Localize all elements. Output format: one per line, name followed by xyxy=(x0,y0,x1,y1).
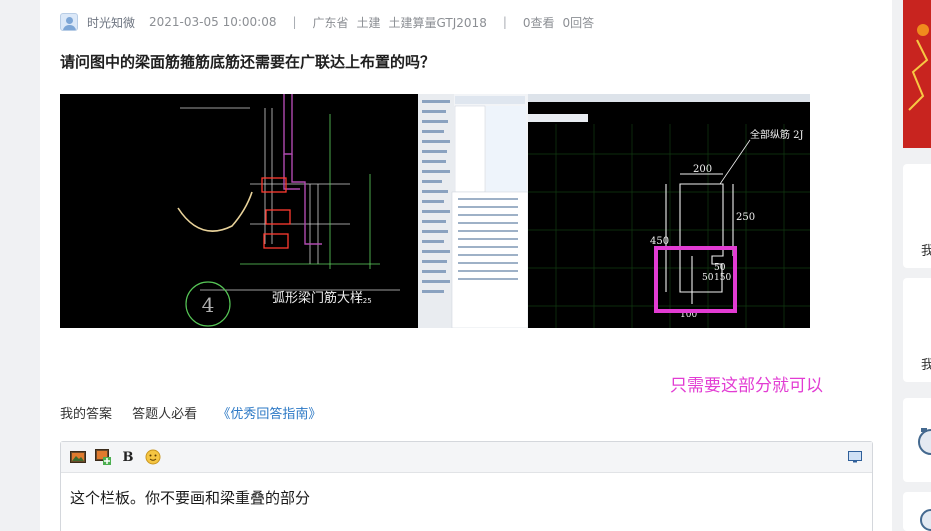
bold-button[interactable]: B xyxy=(119,448,137,466)
editor-content[interactable]: 这个栏板。你不要画和梁重叠的部分 xyxy=(61,473,872,522)
cad-circle-number: 4 xyxy=(202,293,215,317)
dimension-150: 150 xyxy=(714,273,731,283)
image-annotation: 只需要这部分就可以 xyxy=(670,376,823,396)
post-datetime: 2021-03-05 10:00:08 xyxy=(149,15,277,29)
category-tag[interactable]: 土建 xyxy=(357,14,381,31)
dimension-50: 50 xyxy=(714,263,726,273)
answer-header: 我的答案 答题人必看 《优秀回答指南》 xyxy=(60,403,321,422)
sidebar-card[interactable]: 我 xyxy=(903,164,931,268)
insert-image-icon[interactable] xyxy=(69,448,87,466)
answer-count: 0回答 xyxy=(562,15,595,30)
editor-toolbar: B xyxy=(61,442,872,473)
author-name[interactable]: 时光知微 xyxy=(87,14,135,31)
software-tag[interactable]: 土建算量GTJ2018 xyxy=(389,14,487,31)
dimension-50b: 50 xyxy=(702,273,714,283)
question-image[interactable]: 4 弧形梁门筋大样 1:25 全部纵筋 2J 200 250 450 50 50… xyxy=(60,94,810,328)
question-title: 请问图中的梁面筋箍筋底筋还需要在广联达上布置的吗？ xyxy=(60,53,436,71)
dimension-250: 250 xyxy=(736,212,755,223)
dimension-450: 450 xyxy=(650,236,669,247)
sidebar-banner[interactable] xyxy=(903,0,931,148)
upload-image-icon[interactable] xyxy=(94,448,112,466)
cad-title: 弧形梁门筋大样 xyxy=(272,290,363,306)
sidebar-card-text: 我 xyxy=(921,358,931,373)
sidebar-card-text: 我 xyxy=(921,244,931,259)
section-label: 全部纵筋 2J xyxy=(750,128,804,141)
cad-screenshot: 4 弧形梁门筋大样 1:25 全部纵筋 2J 200 250 450 50 50… xyxy=(60,94,810,328)
sidebar-card-icon xyxy=(920,509,931,531)
must-read-label: 答题人必看 xyxy=(132,407,198,422)
sidebar-card[interactable]: 我 xyxy=(903,278,931,382)
meta-divider: | xyxy=(292,15,297,29)
fullscreen-icon[interactable] xyxy=(846,448,864,466)
sidebar-card[interactable] xyxy=(903,492,931,531)
meta-divider: | xyxy=(502,15,507,29)
region-tag[interactable]: 广东省 xyxy=(313,14,349,31)
question-meta: 时光知微 2021-03-05 10:00:08 | 广东省 土建 土建算量GT… xyxy=(60,12,594,32)
cad-scale: 1:25 xyxy=(356,297,372,305)
view-count: 0查看 xyxy=(522,15,555,30)
sidebar-card-icon xyxy=(918,428,931,455)
dimension-200: 200 xyxy=(693,164,712,175)
avatar[interactable] xyxy=(60,13,78,31)
question-panel: 时光知微 2021-03-05 10:00:08 | 广东省 土建 土建算量GT… xyxy=(40,0,892,531)
answer-guide-link[interactable]: 《优秀回答指南》 xyxy=(217,407,321,422)
my-answer-label: 我的答案 xyxy=(60,407,113,422)
emoji-icon[interactable] xyxy=(144,448,162,466)
sidebar-card[interactable] xyxy=(903,398,931,482)
answer-editor[interactable]: B 这个栏板。你不要画和梁重叠的部分 xyxy=(60,441,873,531)
